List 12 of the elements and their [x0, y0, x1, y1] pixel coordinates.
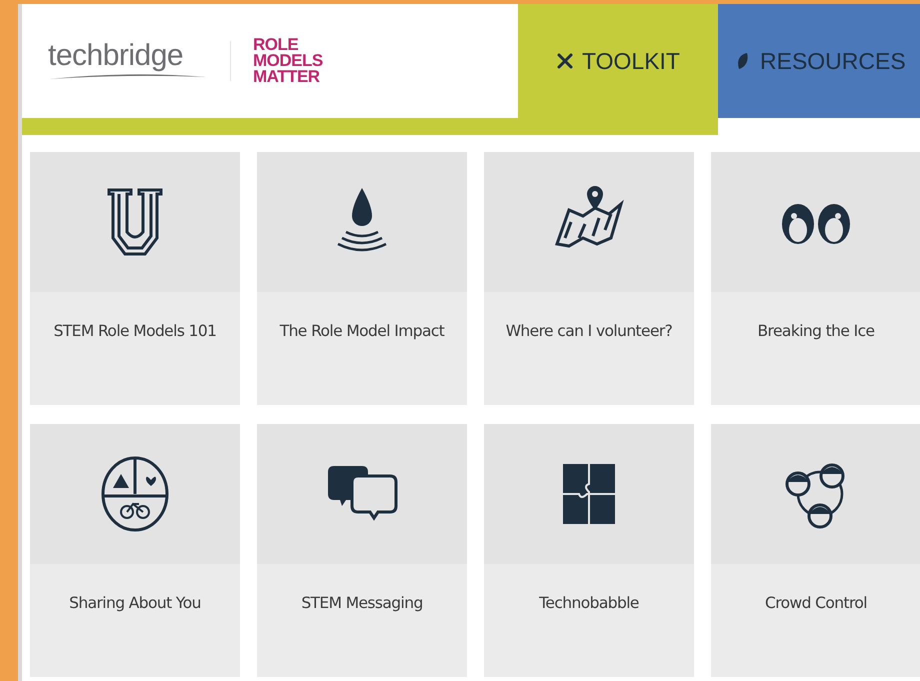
toolkit-card[interactable]: Breaking the Ice: [711, 152, 920, 405]
toolkit-card[interactable]: Sharing About You: [30, 424, 240, 677]
toolkit-card[interactable]: Crowd Control: [711, 424, 920, 677]
toolkit-card[interactable]: Where can I volunteer?: [484, 152, 694, 405]
toolkit-card[interactable]: STEM Messaging: [257, 424, 467, 677]
tagline: ROLE MODELS MATTER: [253, 37, 323, 85]
toolkit-card[interactable]: The Role Model Impact: [257, 152, 467, 405]
nav-tab[interactable]: TOOLKIT: [518, 4, 718, 118]
logo[interactable]: techbridge: [48, 41, 231, 81]
cross-icon: [556, 52, 574, 70]
toolkit-card[interactable]: STEM Role Models 101: [30, 152, 240, 405]
toolkit-card[interactable]: Technobabble: [484, 424, 694, 677]
